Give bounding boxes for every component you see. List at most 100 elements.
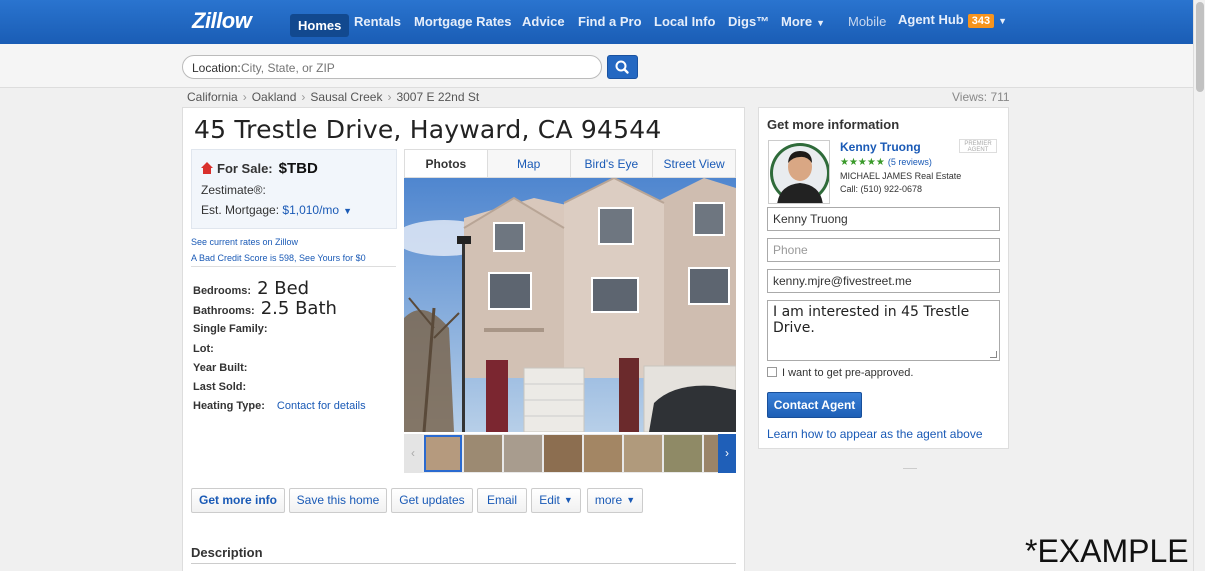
reviews-link[interactable]: (5 reviews) <box>888 157 932 167</box>
tab-street-view[interactable]: Street View <box>653 150 735 177</box>
save-home-button[interactable]: Save this home <box>289 488 387 513</box>
finance-links: See current rates on Zillow A Bad Credit… <box>191 234 366 266</box>
photo-thumbnail[interactable] <box>704 435 718 472</box>
photo-thumbnail[interactable] <box>584 435 622 472</box>
bathrooms-label: Bathrooms: <box>193 305 255 317</box>
photo-thumbnail[interactable] <box>664 435 702 472</box>
fact-bedrooms: Bedrooms: 2 Bed <box>193 278 309 299</box>
fact-single-family: Single Family: <box>193 323 268 335</box>
name-field[interactable]: Kenny Truong <box>767 207 1000 231</box>
listing-photo[interactable] <box>404 178 736 432</box>
nav-find-a-pro[interactable]: Find a Pro <box>578 14 642 29</box>
thumb-prev-arrow[interactable]: ‹ <box>404 434 422 473</box>
agent-name-link[interactable]: Kenny Truong <box>840 140 921 154</box>
search-strip: Location: <box>0 44 1193 88</box>
chevron-right-icon: › <box>387 90 392 104</box>
search-button[interactable] <box>607 55 638 79</box>
more-button[interactable]: more ▼ <box>587 488 643 513</box>
nav-more-label: More <box>781 14 813 29</box>
chevron-down-icon: ▼ <box>998 15 1007 26</box>
divider <box>903 468 917 469</box>
tab-map[interactable]: Map <box>487 150 571 177</box>
photo-thumbnail[interactable] <box>624 435 662 472</box>
location-search-input[interactable] <box>241 59 581 76</box>
preapproved-checkbox[interactable] <box>767 367 777 377</box>
nav-mobile[interactable]: Mobile <box>848 14 886 29</box>
photo-thumbnail[interactable] <box>544 435 582 472</box>
nav-rentals[interactable]: Rentals <box>354 14 401 29</box>
chevron-down-icon[interactable]: ▼ <box>343 206 352 216</box>
page-scrollbar[interactable] <box>1193 0 1205 571</box>
breadcrumb: California › Oakland › Sausal Creek › 3007 E 2… <box>187 90 479 104</box>
listing-panel: 45 Trestle Drive, Hayward, CA 94544 For … <box>182 107 745 571</box>
contact-agent-panel: Get more information Kenny Truong PREMIE… <box>758 107 1009 449</box>
fact-year-built: Year Built: <box>193 362 248 374</box>
est-mortgage-label: Est. Mortgage: <box>201 203 280 217</box>
views-count: Views: 711 <box>952 90 1010 104</box>
resize-handle-icon[interactable] <box>990 351 997 358</box>
bedrooms-label: Bedrooms: <box>193 285 252 297</box>
message-field[interactable]: I am interested in 45 Trestle Drive. <box>767 300 1000 361</box>
nav-more[interactable]: More ▼ <box>781 14 825 29</box>
est-mortgage-value[interactable]: $1,010/mo <box>282 203 339 217</box>
breadcrumb-oakland[interactable]: Oakland <box>252 90 297 104</box>
photo-thumbnail-strip: ‹ › <box>404 434 736 473</box>
fact-bathrooms: Bathrooms: 2.5 Bath <box>193 298 337 319</box>
premier-agent-badge: PREMIER AGENT <box>959 139 997 153</box>
chevron-down-icon: ▼ <box>816 17 825 28</box>
example-watermark: *EXAMPLE <box>1025 533 1189 569</box>
get-updates-button[interactable]: Get updates <box>391 488 473 513</box>
contact-agent-button[interactable]: Contact Agent <box>767 392 862 418</box>
zillow-logo[interactable]: Zillow <box>192 8 252 34</box>
current-rates-link[interactable]: See current rates on Zillow <box>191 234 366 250</box>
more-label: more <box>594 493 623 507</box>
scrollbar-thumb[interactable] <box>1196 2 1204 92</box>
nav-mortgage-rates[interactable]: Mortgage Rates <box>414 14 512 29</box>
listing-title: 45 Trestle Drive, Hayward, CA 94544 <box>194 115 662 144</box>
breadcrumb-address[interactable]: 3007 E 22nd St <box>396 90 479 104</box>
search-icon <box>615 60 629 74</box>
tab-photos[interactable]: Photos <box>405 150 488 177</box>
contact-heading: Get more information <box>767 117 900 132</box>
learn-agent-link[interactable]: Learn how to appear as the agent above <box>767 427 983 441</box>
contact-for-details-link[interactable]: Contact for details <box>277 400 366 412</box>
breadcrumb-california[interactable]: California <box>187 90 238 104</box>
email-button[interactable]: Email <box>477 488 527 513</box>
phone-field[interactable]: Phone <box>767 238 1000 262</box>
description-heading: Description <box>191 545 263 560</box>
for-sale-row: For Sale: $TBD <box>201 160 318 177</box>
heating-label: Heating Type: <box>193 400 265 412</box>
agent-avatar[interactable] <box>768 140 830 204</box>
nav-digs[interactable]: Digs™ <box>728 14 769 29</box>
price-box: For Sale: $TBD Zestimate®: Est. Mortgage:… <box>191 149 397 229</box>
top-nav: Zillow Homes Rentals Mortgage Rates Advi… <box>0 0 1193 44</box>
email-field[interactable]: kenny.mjre@fivestreet.me <box>767 269 1000 293</box>
thumb-next-arrow[interactable]: › <box>718 434 736 473</box>
preapproved-checkbox-row[interactable]: I want to get pre-approved. <box>767 367 913 379</box>
photo-thumbnail[interactable] <box>504 435 542 472</box>
edit-button[interactable]: Edit ▼ <box>531 488 581 513</box>
fact-last-sold: Last Sold: <box>193 381 247 393</box>
photo-thumbnail[interactable] <box>464 435 502 472</box>
location-search-box: Location: <box>182 55 602 79</box>
nav-local-info[interactable]: Local Info <box>654 14 715 29</box>
credit-score-link[interactable]: A Bad Credit Score is 598, See Yours for… <box>191 250 366 266</box>
photo-thumbnail[interactable] <box>424 435 462 472</box>
chevron-right-icon: › <box>242 90 247 104</box>
nav-advice[interactable]: Advice <box>522 14 565 29</box>
breadcrumb-sausal-creek[interactable]: Sausal Creek <box>310 90 382 104</box>
house-icon <box>201 162 213 174</box>
edit-label: Edit <box>539 493 560 507</box>
nav-agent-hub[interactable]: Agent Hub 343 ▼ <box>898 12 1007 28</box>
location-label: Location: <box>192 61 241 75</box>
nav-homes[interactable]: Homes <box>290 14 350 37</box>
agent-photo <box>770 143 829 203</box>
tab-birds-eye[interactable]: Bird's Eye <box>570 150 654 177</box>
get-more-info-button[interactable]: Get more info <box>191 488 285 513</box>
est-mortgage-row: Est. Mortgage: $1,010/mo ▼ <box>201 203 352 217</box>
zestimate-label[interactable]: Zestimate®: <box>201 183 266 197</box>
divider <box>191 563 736 564</box>
price-value: $TBD <box>278 160 318 177</box>
divider <box>191 266 396 267</box>
bedrooms-value: 2 Bed <box>257 278 310 299</box>
